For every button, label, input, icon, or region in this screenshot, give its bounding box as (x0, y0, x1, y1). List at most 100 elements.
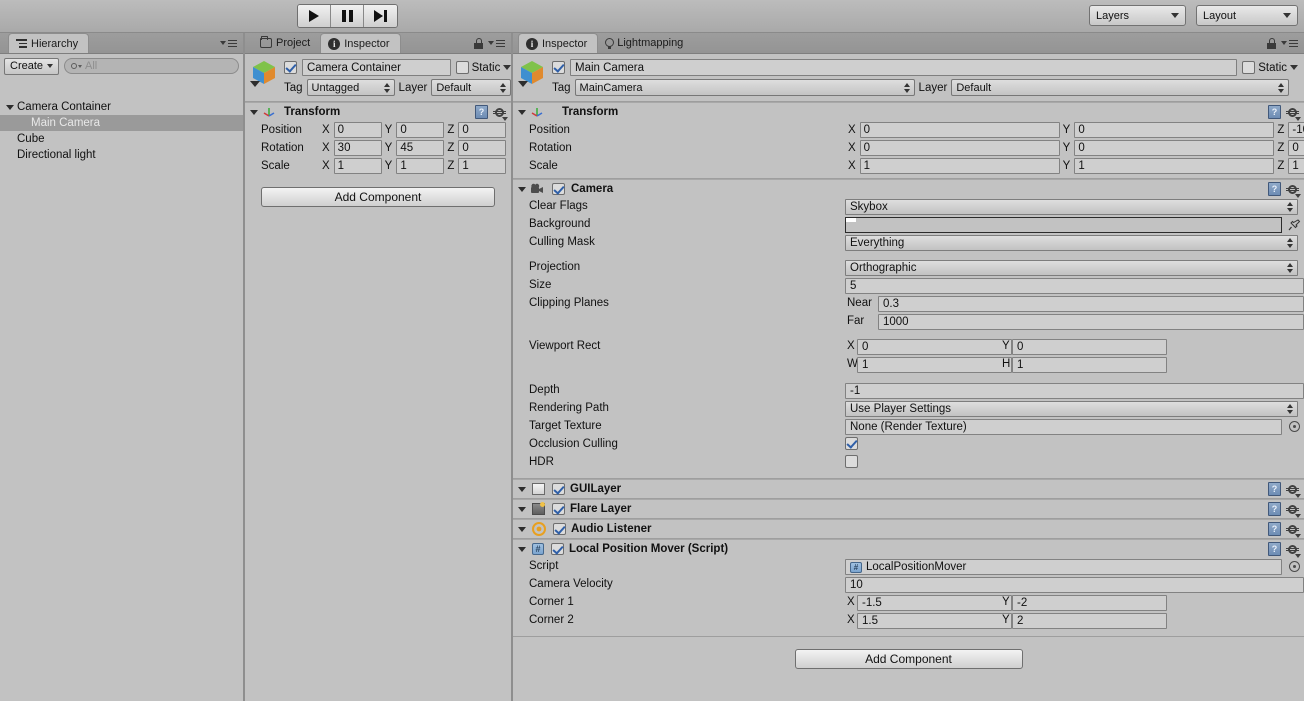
foldout-arrow-icon[interactable] (518, 526, 526, 532)
gameobject-enabled-checkbox[interactable] (284, 61, 297, 74)
pause-button[interactable] (331, 5, 364, 27)
tab-hierarchy[interactable]: Hierarchy (8, 33, 90, 53)
gear-icon[interactable] (493, 106, 508, 121)
tab-inspector[interactable]: i Inspector (320, 33, 401, 53)
viewport-y-field[interactable]: 0 (1012, 339, 1167, 355)
audio-listener-enabled-checkbox[interactable] (553, 523, 566, 535)
component-header-transform[interactable]: Transform ? (245, 102, 511, 121)
chevron-down-icon[interactable] (1290, 65, 1298, 70)
transform-rotation-y-field[interactable]: 0 (1074, 140, 1275, 156)
transform-rotation-x-field[interactable]: 30 (333, 140, 382, 156)
transform-rotation-x-field[interactable]: 0 (859, 140, 1060, 156)
transform-position-z-field[interactable]: 0 (458, 122, 507, 138)
layer-dropdown[interactable]: Default (951, 79, 1290, 96)
script-enabled-checkbox[interactable] (551, 543, 564, 555)
camera-enabled-checkbox[interactable] (552, 183, 565, 195)
tab-lightmapping[interactable]: Lightmapping (598, 33, 693, 53)
corner1-y-field[interactable]: -2 (1012, 595, 1167, 611)
object-picker-icon[interactable] (1289, 561, 1300, 572)
transform-position-x-field[interactable]: 0 (333, 122, 382, 138)
gear-icon[interactable] (1286, 106, 1301, 121)
foldout-arrow-icon[interactable] (250, 109, 258, 115)
guilayer-enabled-checkbox[interactable] (552, 483, 565, 495)
layout-dropdown[interactable]: Layout (1196, 5, 1298, 26)
far-field[interactable]: 1000 (878, 314, 1304, 330)
component-header-flare-layer[interactable]: Flare Layer ? (513, 499, 1304, 518)
component-header-camera[interactable]: Camera ? (513, 179, 1304, 198)
hierarchy-item-cube[interactable]: Cube (0, 131, 243, 147)
help-icon[interactable]: ? (1268, 482, 1281, 496)
tag-dropdown[interactable]: Untagged (306, 79, 395, 96)
projection-dropdown[interactable]: Orthographic (845, 260, 1298, 276)
help-icon[interactable]: ? (1268, 522, 1281, 536)
script-field[interactable]: # LocalPositionMover (845, 559, 1282, 575)
hierarchy-item-camera-container[interactable]: Camera Container (0, 99, 243, 115)
transform-scale-y-field[interactable]: 1 (396, 158, 445, 174)
create-button[interactable]: Create (4, 57, 60, 75)
hierarchy-item-directional-light[interactable]: Directional light (0, 147, 243, 163)
layers-dropdown[interactable]: Layers (1089, 5, 1186, 26)
panel-menu-icon[interactable] (220, 39, 237, 47)
foldout-arrow-icon[interactable] (518, 546, 526, 552)
tab-project[interactable]: Project (253, 33, 320, 53)
size-field[interactable]: 5 (845, 278, 1304, 294)
panel-menu-icon[interactable] (1281, 39, 1298, 47)
static-checkbox[interactable] (455, 61, 469, 74)
corner2-x-field[interactable]: 1.5 (857, 613, 1012, 629)
foldout-arrow-icon[interactable] (518, 109, 526, 115)
layer-dropdown[interactable]: Default (431, 79, 511, 96)
hdr-checkbox[interactable] (845, 455, 858, 468)
lock-icon[interactable] (1267, 37, 1276, 49)
corner1-x-field[interactable]: -1.5 (857, 595, 1012, 611)
tag-dropdown[interactable]: MainCamera (574, 79, 915, 96)
transform-position-z-field[interactable]: -10 (1288, 122, 1304, 138)
gear-icon[interactable] (1286, 483, 1301, 498)
component-header-audio-listener[interactable]: Audio Listener ? (513, 519, 1304, 538)
foldout-arrow-icon[interactable] (4, 104, 16, 110)
gameobject-enabled-checkbox[interactable] (552, 61, 565, 74)
foldout-arrow-icon[interactable] (518, 81, 528, 87)
component-header-transform[interactable]: Transform ? (513, 102, 1304, 121)
object-picker-icon[interactable] (1289, 421, 1300, 432)
add-component-button[interactable]: Add Component (794, 649, 1023, 669)
help-icon[interactable]: ? (1268, 105, 1281, 119)
transform-position-y-field[interactable]: 0 (1074, 122, 1275, 138)
gear-icon[interactable] (1286, 543, 1301, 558)
transform-scale-z-field[interactable]: 1 (1288, 158, 1304, 174)
viewport-h-field[interactable]: 1 (1012, 357, 1167, 373)
occlusion-culling-checkbox[interactable] (845, 437, 858, 450)
viewport-w-field[interactable]: 1 (857, 357, 1012, 373)
foldout-arrow-icon[interactable] (518, 186, 526, 192)
gameobject-name-field[interactable]: Camera Container (302, 59, 451, 76)
component-header-guilayer[interactable]: GUILayer ? (513, 479, 1304, 498)
gear-icon[interactable] (1286, 183, 1301, 198)
help-icon[interactable]: ? (475, 105, 488, 119)
help-icon[interactable]: ? (1268, 502, 1281, 516)
corner2-y-field[interactable]: 2 (1012, 613, 1167, 629)
foldout-arrow-icon[interactable] (518, 486, 526, 492)
step-button[interactable] (364, 5, 397, 27)
rendering-path-dropdown[interactable]: Use Player Settings (845, 401, 1298, 417)
camera-velocity-field[interactable]: 10 (845, 577, 1304, 593)
transform-position-y-field[interactable]: 0 (396, 122, 445, 138)
chevron-down-icon[interactable] (503, 65, 511, 70)
viewport-x-field[interactable]: 0 (857, 339, 1012, 355)
static-toggle[interactable]: Static (1242, 61, 1300, 74)
background-color-swatch[interactable] (845, 217, 1282, 233)
hierarchy-item-main-camera[interactable]: Main Camera (0, 115, 243, 131)
flare-layer-enabled-checkbox[interactable] (552, 503, 565, 515)
help-icon[interactable]: ? (1268, 542, 1281, 556)
hierarchy-search-input[interactable]: All (64, 58, 239, 74)
foldout-arrow-icon[interactable] (250, 81, 260, 87)
transform-scale-x-field[interactable]: 1 (333, 158, 382, 174)
transform-rotation-z-field[interactable]: 0 (1288, 140, 1304, 156)
component-header-local-position-mover[interactable]: # Local Position Mover (Script) ? (513, 539, 1304, 558)
eyedropper-icon[interactable] (1287, 218, 1301, 232)
transform-scale-z-field[interactable]: 1 (458, 158, 507, 174)
culling-mask-dropdown[interactable]: Everything (845, 235, 1298, 251)
panel-menu-icon[interactable] (488, 39, 505, 47)
depth-field[interactable]: -1 (845, 383, 1304, 399)
gear-icon[interactable] (1286, 503, 1301, 518)
transform-rotation-z-field[interactable]: 0 (458, 140, 507, 156)
transform-scale-x-field[interactable]: 1 (859, 158, 1060, 174)
